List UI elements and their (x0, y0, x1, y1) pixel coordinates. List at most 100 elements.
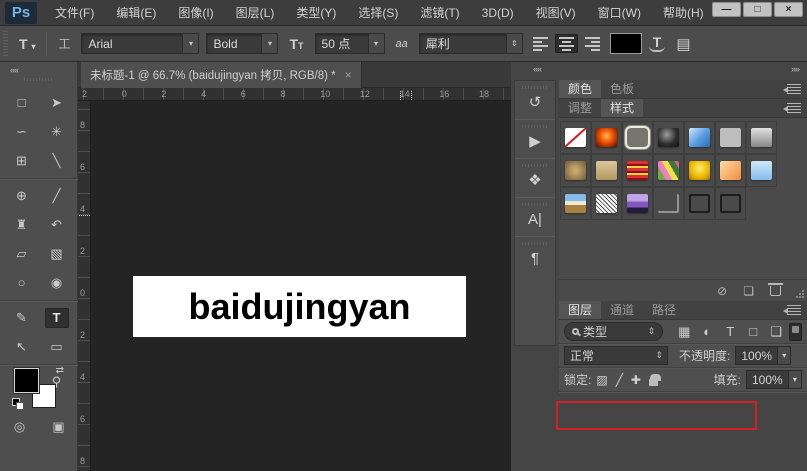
font-style-select[interactable]: Bold ▾ (206, 33, 278, 54)
toolbox-grip[interactable] (24, 78, 54, 81)
collapse-toolbox-icon[interactable]: «« (10, 65, 18, 75)
align-left-button[interactable] (530, 34, 553, 53)
blue-gloss-style[interactable] (684, 121, 715, 154)
chevron-down-icon[interactable]: ▾ (261, 34, 277, 53)
lock-all-icon[interactable] (649, 379, 658, 386)
tab-颜色[interactable]: 颜色 (559, 80, 601, 98)
black-outline-style[interactable] (684, 187, 715, 220)
chevron-down-icon[interactable]: ▾ (368, 34, 384, 53)
chevron-down-icon[interactable]: ▾ (788, 371, 801, 388)
filter-type-layers-icon[interactable]: T (722, 324, 738, 340)
text-orientation-icon[interactable]: 工 (54, 34, 74, 53)
filter-smart-objects-icon[interactable]: ❏ (768, 324, 784, 340)
align-right-button[interactable] (580, 34, 603, 53)
peach-gradient-style[interactable] (715, 154, 746, 187)
fill-select[interactable]: 100% ▾ (746, 370, 802, 389)
menu-item-F[interactable]: 文件(F) (44, 0, 105, 26)
clone-stamp-tool-icon[interactable]: ♜ (10, 215, 34, 235)
eraser-tool-icon[interactable]: ▱ (10, 244, 34, 264)
new-style-button[interactable]: ❏ (743, 284, 754, 298)
menu-item-I[interactable]: 图像(I) (167, 0, 224, 26)
menu-item-E[interactable]: 编辑(E) (105, 0, 167, 26)
purple-gradient-style[interactable] (622, 187, 653, 220)
layer-filter-select[interactable]: 类型 ⇕ (564, 322, 663, 341)
clear-style-button[interactable]: ⊘ (717, 284, 727, 298)
lock-position-icon[interactable]: ✚ (631, 373, 641, 387)
quick-mask-button[interactable]: ◎ (8, 417, 32, 437)
delete-style-button[interactable] (770, 286, 781, 296)
spot-healing-brush-tool-icon[interactable]: ⊕ (10, 186, 34, 206)
menu-item-T[interactable]: 滤镜(T) (409, 0, 470, 26)
screen-mode-button[interactable]: ▣ (47, 417, 71, 437)
gradient-tool-icon[interactable]: ▧ (45, 244, 69, 264)
blur-tool-icon[interactable]: ○ (10, 273, 34, 293)
menu-item-H[interactable]: 帮助(H) (652, 0, 715, 26)
gray-bevel-style[interactable] (746, 121, 777, 154)
minimize-button[interactable]: — (712, 2, 741, 17)
toggle-panels-icon[interactable]: ▤ (672, 34, 694, 54)
rectangular-marquee-tool-icon[interactable]: □ (10, 93, 34, 113)
beige-style[interactable] (591, 154, 622, 187)
document-tab[interactable]: 未标题-1 @ 66.7% (baidujingyan 拷贝, RGB/8) *… (81, 62, 362, 88)
expand-icon-strip-icon[interactable]: «« (533, 64, 541, 74)
rectangle-tool-icon[interactable]: ▭ (45, 337, 69, 357)
menu-item-V[interactable]: 视图(V) (525, 0, 587, 26)
yellow-gloss-style[interactable] (684, 154, 715, 187)
pen-tool-icon[interactable]: ✎ (10, 308, 34, 328)
flat-gray-style[interactable] (715, 121, 746, 154)
dissolve-noise-style[interactable] (591, 187, 622, 220)
tool-presets-panel-icon[interactable]: ❖ (515, 158, 555, 197)
swap-colors-icon[interactable]: ⇄ (56, 365, 64, 376)
history-panel-icon[interactable]: ↺ (515, 81, 555, 119)
tan-blur-style[interactable] (560, 154, 591, 187)
dodge-tool-icon[interactable]: ◉ (45, 273, 69, 293)
anti-alias-select[interactable]: 犀利 ⇕ (419, 33, 523, 54)
clear-style[interactable] (560, 121, 591, 154)
menu-item-W[interactable]: 窗口(W) (587, 0, 652, 26)
menu-item-L[interactable]: 图层(L) (225, 0, 286, 26)
lock-paint-icon[interactable]: ╱ (616, 373, 623, 387)
panel-menu-icon[interactable] (787, 84, 801, 94)
resize-grip-icon[interactable] (795, 289, 805, 299)
red-stripes-style[interactable] (622, 154, 653, 187)
tab-图层[interactable]: 图层 (559, 301, 601, 319)
panel-menu-icon[interactable] (787, 305, 801, 315)
chevron-down-icon[interactable]: ▾ (777, 347, 790, 364)
menu-item-Y[interactable]: 类型(Y) (285, 0, 347, 26)
magic-wand-tool-icon[interactable]: ✳ (45, 122, 69, 142)
options-grip[interactable] (3, 31, 8, 57)
chevron-down-icon[interactable]: ▾ (182, 34, 198, 53)
faint-corner-style[interactable] (653, 187, 684, 220)
text-color-swatch[interactable] (610, 33, 642, 54)
font-size-select[interactable]: 50 点 ▾ (315, 33, 385, 54)
crop-tool-icon[interactable]: ⊞ (10, 151, 34, 171)
landscape-style[interactable] (560, 187, 591, 220)
tab-通道[interactable]: 通道 (601, 301, 643, 319)
lasso-tool-icon[interactable]: ∽ (10, 122, 34, 142)
filter-toggle-switch[interactable] (789, 323, 802, 341)
filter-pixel-layers-icon[interactable]: ▦ (676, 324, 692, 340)
tab-路径[interactable]: 路径 (643, 301, 685, 319)
tool-preset-picker[interactable]: T ▾ (15, 35, 39, 53)
tab-调整[interactable]: 调整 (559, 99, 601, 117)
blue-grid-style[interactable] (746, 154, 777, 187)
align-center-button[interactable] (555, 34, 578, 53)
warp-text-icon[interactable]: T (649, 35, 666, 52)
text-layer[interactable]: baidujingyan (133, 276, 466, 337)
rounded-outline-style[interactable] (622, 121, 653, 154)
blend-mode-select[interactable]: 正常 ⇕ (564, 346, 668, 365)
filter-adjustment-layers-icon[interactable]: ◐ (699, 324, 715, 340)
tab-样式[interactable]: 样式 (601, 99, 643, 117)
black-gloss-style[interactable] (653, 121, 684, 154)
menu-item-3DD[interactable]: 3D(D) (471, 0, 525, 26)
foreground-color-swatch[interactable] (14, 368, 39, 393)
panel-menu-icon[interactable] (787, 103, 801, 113)
path-selection-tool-icon[interactable]: ↖ (10, 337, 34, 357)
type-tool-icon[interactable]: T (45, 308, 69, 328)
history-brush-tool-icon[interactable]: ↶ (45, 215, 69, 235)
lock-transparency-icon[interactable]: ▨ (596, 373, 607, 387)
spinner-icon[interactable]: ⇕ (506, 34, 522, 53)
opacity-select[interactable]: 100% ▾ (735, 346, 791, 365)
paragraph-panel-icon[interactable]: ¶ (515, 236, 555, 275)
actions-panel-icon[interactable]: ▶ (515, 119, 555, 158)
